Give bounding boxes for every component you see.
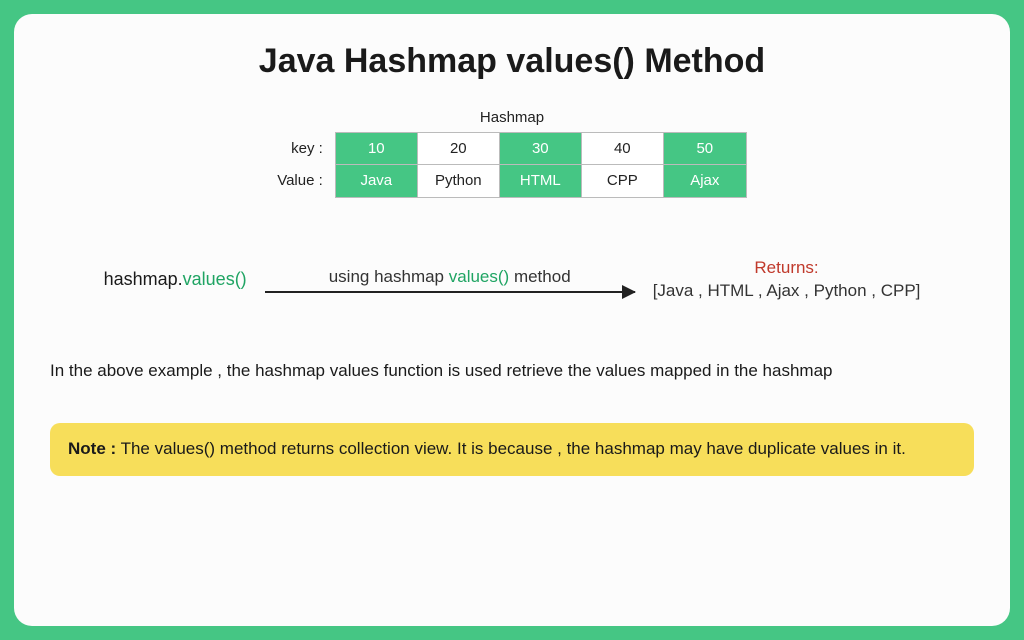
table-grid: key : Value : 10 20 30 40 50 Java Python… [277,132,747,198]
value-cell: Python [418,165,500,197]
key-cell: 40 [582,133,664,165]
key-cell: 20 [418,133,500,165]
page-title: Java Hashmap values() Method [50,42,974,81]
key-cell: 10 [336,133,418,165]
arrow-icon [265,291,635,293]
value-cell: Ajax [664,165,746,197]
call-method: values() [183,269,247,289]
method-call: hashmap.values() [104,269,247,290]
row-labels: key : Value : [277,133,327,197]
key-row-label: key : [277,133,327,165]
table-caption: Hashmap [480,109,544,126]
table-cells: 10 20 30 40 50 Java Python HTML CPP Ajax [335,132,747,198]
value-cell: CPP [582,165,664,197]
call-prefix: hashmap. [104,269,183,289]
note-body: The values() method returns collection v… [121,439,906,458]
hashmap-table: Hashmap key : Value : 10 20 30 40 50 Jav… [277,109,747,198]
arrow-label-method: values() [449,267,509,286]
returns-label: Returns: [653,258,921,278]
note-title: Note : [68,439,116,458]
arrow-label: using hashmap values() method [329,267,571,287]
key-cell: 30 [500,133,582,165]
content-card: Java Hashmap values() Method Hashmap key… [14,14,1010,626]
hashmap-table-section: Hashmap key : Value : 10 20 30 40 50 Jav… [50,109,974,198]
arrow-label-prefix: using hashmap [329,267,449,286]
value-cell: Java [336,165,418,197]
arrow-section: using hashmap values() method [265,267,635,293]
flow-diagram: hashmap.values() using hashmap values() … [50,258,974,301]
returns-value: [Java , HTML , Ajax , Python , CPP] [653,281,921,301]
description-text: In the above example , the hashmap value… [50,361,974,381]
arrow-label-suffix: method [509,267,570,286]
value-row-label: Value : [277,165,327,197]
returns-block: Returns: [Java , HTML , Ajax , Python , … [653,258,921,301]
note-box: Note : The values() method returns colle… [50,423,974,476]
key-cell: 50 [664,133,746,165]
value-cell: HTML [500,165,582,197]
